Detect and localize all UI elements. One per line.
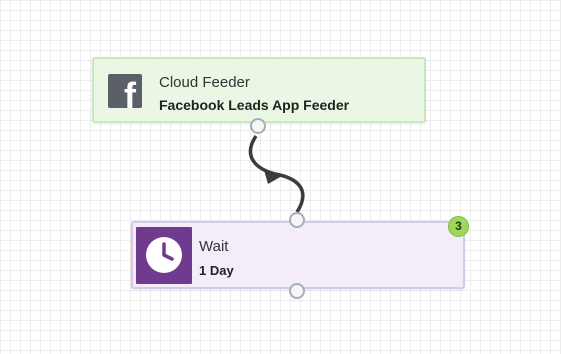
facebook-icon: f bbox=[108, 74, 142, 108]
clock-icon bbox=[136, 227, 192, 284]
cloud-feeder-output-port[interactable] bbox=[250, 118, 266, 134]
connector-line[interactable] bbox=[248, 135, 305, 213]
cloud-feeder-node[interactable]: f Cloud Feeder Facebook Leads App Feeder bbox=[92, 57, 426, 123]
wait-output-port[interactable] bbox=[289, 283, 305, 299]
workflow-canvas[interactable]: f Cloud Feeder Facebook Leads App Feeder… bbox=[0, 0, 561, 354]
cloud-feeder-subtitle: Facebook Leads App Feeder bbox=[159, 97, 350, 113]
wait-node[interactable]: Wait 1 Day bbox=[131, 221, 465, 289]
contact-count-badge[interactable]: 3 bbox=[448, 216, 469, 237]
connector-arrow[interactable] bbox=[0, 0, 561, 354]
wait-duration: 1 Day bbox=[199, 263, 234, 278]
wait-input-port[interactable] bbox=[289, 212, 305, 228]
facebook-glyph: f bbox=[124, 75, 136, 109]
cloud-feeder-title: Cloud Feeder bbox=[159, 74, 250, 91]
wait-title: Wait bbox=[199, 238, 229, 255]
